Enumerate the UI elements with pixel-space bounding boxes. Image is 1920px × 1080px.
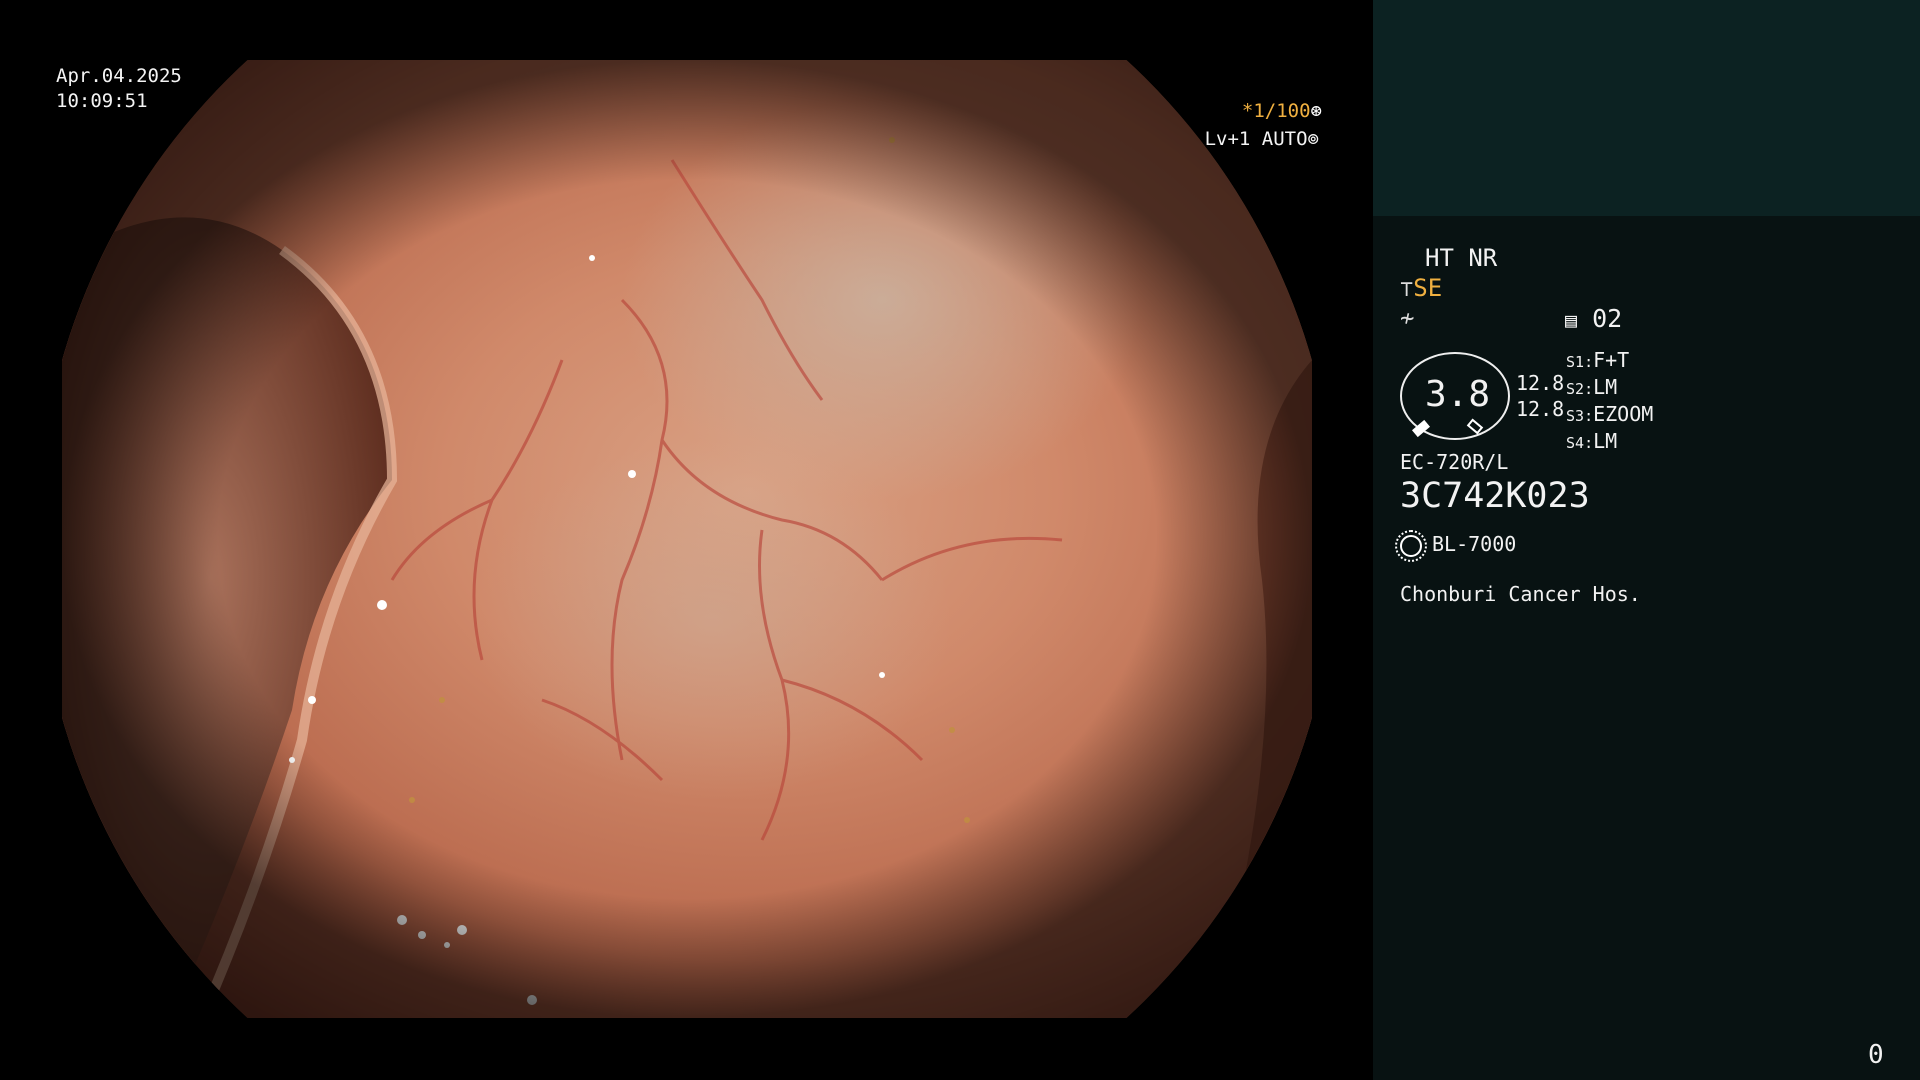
endoscope-image — [62, 60, 1312, 1018]
switch-row: S2:LM — [1566, 375, 1618, 399]
color-filter-icon: ≁ — [1400, 304, 1415, 332]
shutter-value: *1/100 — [1241, 100, 1311, 122]
hospital-name: Chonburi Cancer Hos. — [1400, 582, 1641, 606]
structure-enhance-row: ⊤SE — [1400, 274, 1442, 302]
light-source-label: BL-7000 — [1432, 532, 1517, 556]
switch-row: S1:F+T — [1566, 348, 1630, 372]
structure-enhance-icon: ⊤ — [1400, 277, 1414, 302]
switch-assignments: S1:F+T S2:LM S3:EZOOM S4:LM — [1566, 348, 1653, 456]
level-value: Lv+1 AUTO — [1204, 128, 1308, 150]
oval-bottom-value: 12.8 — [1516, 397, 1565, 421]
shutter-readout: *1/100⊛ — [1242, 100, 1322, 122]
iris-icon: ⊚ — [1307, 128, 1319, 150]
brightness-level: Lv+1 AUTO⊚ — [1205, 128, 1319, 150]
memory-value: 02 — [1592, 304, 1623, 333]
oval-readouts: 12.8 12.8 — [1516, 370, 1564, 422]
time-label: 10:09:51 — [56, 90, 148, 112]
ht-nr-label: HT NR — [1425, 244, 1498, 272]
scope-model: EC-720R/L — [1400, 450, 1509, 474]
light-source-icon — [1395, 529, 1427, 562]
info-panel-header — [1373, 0, 1920, 216]
shutter-icon: ⊛ — [1310, 100, 1322, 122]
memory-indicator: ▤ 02 — [1565, 304, 1622, 333]
date-label: Apr.04.2025 — [56, 65, 182, 87]
se-label: SE — [1413, 274, 1443, 302]
switch-row: S4:LM — [1566, 429, 1618, 453]
oval-top-value: 12.8 — [1516, 371, 1565, 395]
date-time: Apr.04.2025 10:09:51 — [56, 64, 182, 114]
switch-row: S3:EZOOM — [1566, 402, 1654, 426]
memory-card-icon: ▤ — [1565, 308, 1578, 332]
frame-counter: 0 — [1868, 1040, 1884, 1070]
scope-serial: 3C742K023 — [1400, 476, 1590, 516]
zoom-value: 3.8 — [1425, 374, 1491, 415]
light-source: BL-7000 — [1395, 529, 1517, 562]
